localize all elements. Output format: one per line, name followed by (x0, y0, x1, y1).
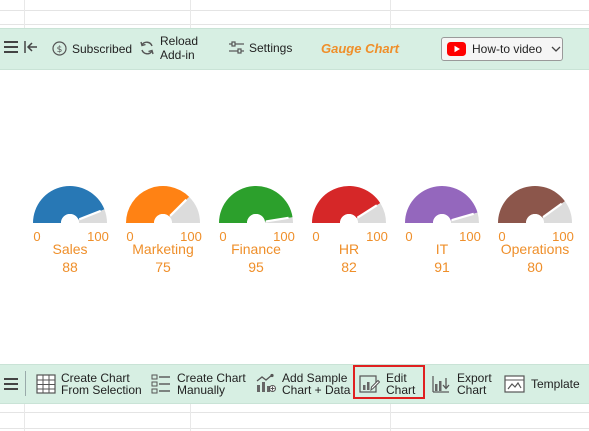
add-sample-label-line1: Add Sample (282, 370, 348, 385)
gauge-value-label: 82 (341, 259, 357, 275)
back-button[interactable] (24, 40, 38, 54)
gauge-value-label: 91 (434, 259, 450, 275)
howto-video-dropdown[interactable]: How-to video (441, 37, 563, 61)
gauge-value-label: 80 (527, 259, 543, 275)
gauge-name-label: Finance (231, 241, 281, 257)
template-button[interactable]: Template (504, 368, 580, 399)
refresh-icon (139, 40, 155, 56)
gauge-name-label: Marketing (132, 241, 193, 257)
settings-button[interactable]: Settings (229, 41, 292, 55)
export-chart-icon (431, 374, 451, 394)
gauge-name-label: HR (339, 241, 359, 257)
create-chart-from-selection-button[interactable]: Create Chart From Selection (36, 368, 142, 399)
gauge-min-label: 0 (405, 229, 412, 244)
arrow-left-icon (24, 40, 38, 54)
hamburger-menu-icon (4, 41, 18, 53)
gauge-value-label: 75 (155, 259, 171, 275)
export-label-line2: Chart (457, 382, 487, 397)
gauge-chart-area: 0 100 Sales 88 0 100 Marketing 75 0 100 Finance 95 0… (0, 70, 589, 360)
add-sample-chart-button[interactable]: Add Sample Chart + Data (255, 368, 350, 399)
template-icon (504, 374, 525, 394)
reload-label-line1: Reload (160, 34, 199, 48)
create-selection-label-line1: Create Chart (61, 370, 130, 385)
reload-addin-button[interactable]: Reload Add-in (139, 34, 198, 62)
gauge-min-label: 0 (219, 229, 226, 244)
gauge-chart: 0 100Sales880 100Marketing750 100Finance950… (33, 185, 574, 275)
howto-video-label: How-to video (472, 42, 543, 56)
gauge-finance: 0 100Finance95 (219, 186, 295, 275)
settings-label: Settings (249, 41, 293, 55)
gauge-marketing: 0 100Marketing75 (126, 186, 202, 275)
gauge-it: 0 100 IT 91 (405, 185, 481, 275)
chart-data-icon (255, 373, 276, 394)
gauge-hr: 0 100 HR 82 (312, 185, 388, 275)
gauge-name-label: Operations (501, 241, 569, 257)
gauge-max-label: 100 (87, 229, 109, 244)
table-list-icon (151, 374, 171, 394)
subscribed-label: Subscribed (72, 41, 133, 56)
gauge-operations: 0 100Operations80 (498, 186, 574, 275)
gauge-value-label: 95 (248, 259, 264, 275)
create-selection-label-line2: From Selection (61, 382, 142, 397)
gauge-min-label: 0 (33, 229, 40, 244)
hamburger-menu-icon (4, 377, 18, 390)
spreadsheet-icon (36, 373, 56, 394)
gauge-name-label: Sales (52, 241, 87, 257)
menu-button[interactable] (4, 41, 18, 53)
edit-chart-highlight (353, 365, 425, 399)
create-manual-label-line2: Manually (177, 382, 226, 397)
add-sample-label-line2: Chart + Data (282, 382, 351, 397)
export-label-line1: Export (457, 370, 492, 385)
gauge-max-label: 100 (459, 229, 481, 244)
template-label: Template (531, 376, 580, 391)
gauge-value-label: 88 (62, 259, 78, 275)
subscribed-button[interactable]: $ Subscribed (52, 41, 132, 56)
create-manual-label-line1: Create Chart (177, 370, 246, 385)
bottom-toolbar: Create Chart From Selection Create Chart… (0, 364, 589, 404)
reload-label-line2: Add-in (160, 48, 195, 62)
gauge-min-label: 0 (312, 229, 319, 244)
export-chart-button[interactable]: Export Chart (431, 368, 492, 399)
create-chart-manually-button[interactable]: Create Chart Manually (151, 368, 246, 399)
top-toolbar: $ Subscribed Reload Add-in Settings Gaug… (0, 28, 589, 70)
bottom-menu-button[interactable] (4, 368, 18, 399)
gauge-sales: 0 100Sales 88 (33, 186, 109, 275)
dollar-circle-icon: $ (52, 41, 67, 56)
gauge-name-label: IT (436, 241, 449, 257)
svg-text:$: $ (57, 45, 63, 55)
sliders-icon (229, 41, 244, 55)
chevron-down-icon (551, 46, 561, 52)
youtube-icon (447, 42, 466, 56)
page-title: Gauge Chart (321, 41, 400, 56)
gauge-max-label: 100 (366, 229, 388, 244)
